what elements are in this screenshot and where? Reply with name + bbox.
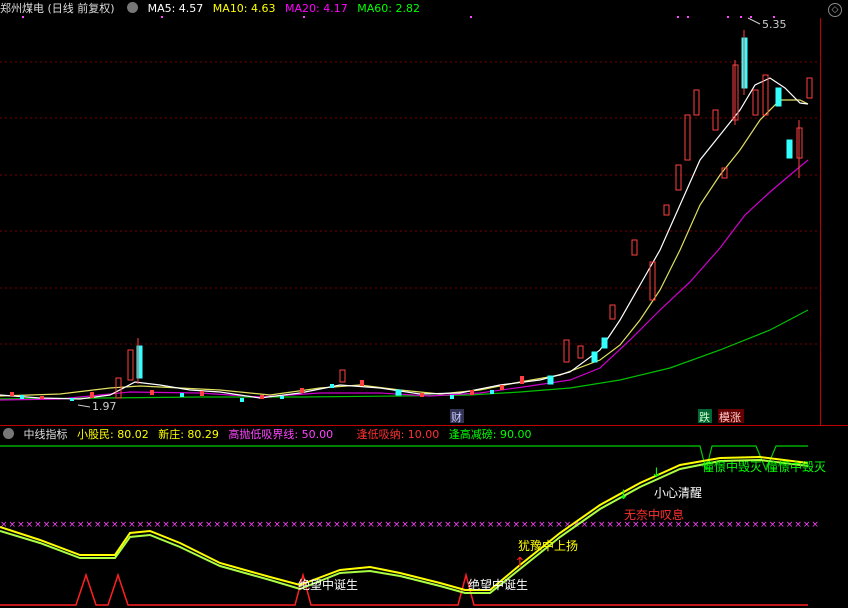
ma5-line xyxy=(0,77,809,400)
annotation-6: 憧憬中毁灭 xyxy=(702,459,762,474)
high-sell-line xyxy=(0,445,808,472)
top-markers xyxy=(22,16,775,18)
marker-die[interactable]: 跌 xyxy=(699,410,710,424)
annotation-4: 无奈中叹息 xyxy=(624,507,684,522)
boundary-xline: ××××××××××××××××××××××××××××××××××××××××… xyxy=(0,520,820,530)
price-grid xyxy=(0,61,820,345)
price-chart[interactable]: 5.35 1.97 财 跌 模涨 xyxy=(0,0,848,425)
marker-zhang[interactable]: 模涨 xyxy=(719,411,741,424)
sell-arrow-icon: ↓ xyxy=(618,488,629,503)
annotation-7: 憧憬中毁灭 xyxy=(766,459,826,474)
right-border xyxy=(820,18,821,425)
ma20-line xyxy=(0,159,809,401)
high-label: 5.35 xyxy=(762,18,787,31)
indicator-chart[interactable]: ××××××××××××××××××××××××××××××××××××××××… xyxy=(0,425,848,608)
low-buy-line xyxy=(0,572,808,606)
annotation-5: 小心清醒 xyxy=(654,486,702,500)
low-label: 1.97 xyxy=(92,400,117,413)
annotation-1: 绝望中诞生 xyxy=(298,577,358,592)
sell-arrow-icon-2: ↓ xyxy=(651,466,662,481)
marker-cai[interactable]: 财 xyxy=(451,410,462,424)
buy-arrow-icon: ↑ xyxy=(514,555,526,571)
annotation-3: 犹豫中上扬 xyxy=(518,538,578,553)
ma10-line xyxy=(0,99,809,397)
annotation-2: 绝望中诞生 xyxy=(468,577,528,592)
candlesticks xyxy=(10,30,813,402)
